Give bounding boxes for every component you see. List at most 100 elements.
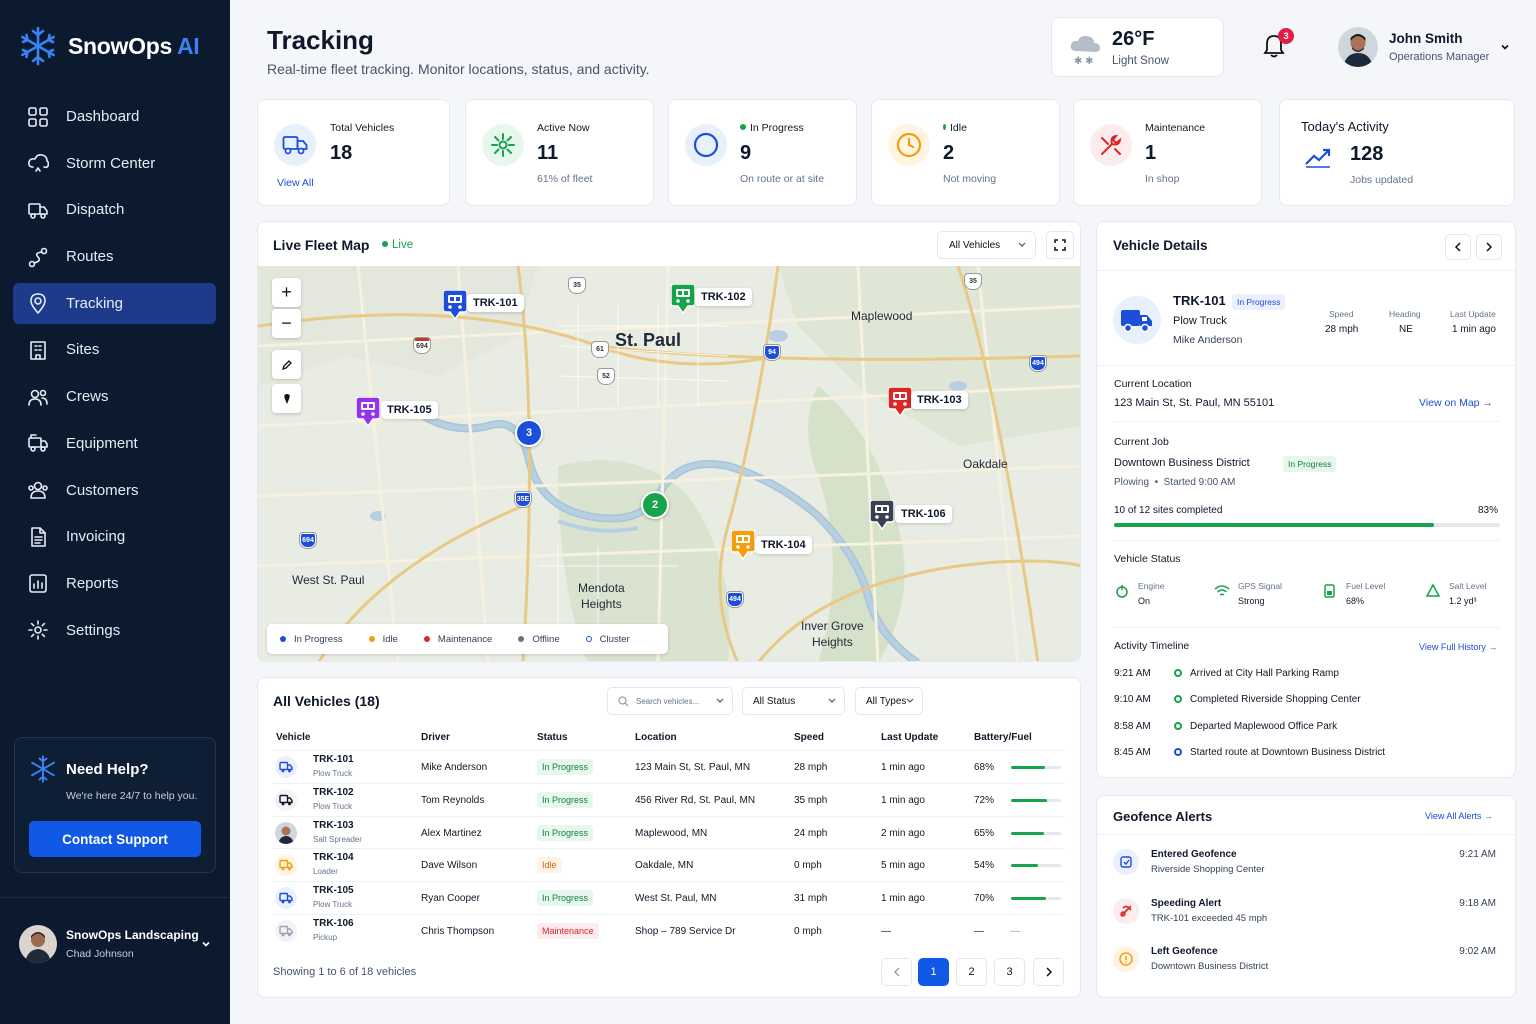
vehicle-id[interactable]: TRK-102 [313, 787, 354, 798]
column-header[interactable]: Status [537, 732, 568, 743]
speed-cell: 28 mph [794, 762, 828, 773]
sidebar-item-crews[interactable]: Crews [13, 376, 216, 417]
sidebar-item-dashboard[interactable]: Dashboard [13, 96, 216, 137]
sidebar-item-sites[interactable]: Sites [13, 329, 216, 370]
vehicle-pin-label[interactable]: TRK-104 [755, 536, 812, 554]
table-row[interactable]: TRK-104 Loader Dave Wilson Idle Oakdale,… [273, 848, 1065, 881]
stat-total-vehicles[interactable]: Total Vehicles 18 View All [257, 99, 450, 206]
vehicle-pin-icon[interactable] [671, 284, 695, 314]
view-all-link[interactable]: View All [277, 177, 314, 189]
column-header[interactable]: Location [635, 732, 677, 743]
vehicle-pin-label[interactable]: TRK-101 [467, 294, 524, 312]
chevron-down-icon[interactable] [200, 938, 212, 950]
prev-vehicle-button[interactable] [1445, 234, 1471, 260]
alert-item[interactable]: Speeding Alert TRK-101 exceeded 45 mph 9… [1097, 893, 1515, 941]
view-full-history-link[interactable]: View Full History → [1419, 642, 1497, 652]
view-all-alerts-link[interactable]: View All Alerts → [1425, 811, 1493, 821]
sidebar-item-settings[interactable]: Settings [13, 610, 216, 651]
vehicle-id[interactable]: TRK-105 [313, 885, 354, 896]
sidebar-item-customers[interactable]: Customers [13, 470, 216, 511]
stat-idle[interactable]: Idle 2 Not moving [871, 99, 1060, 206]
type-filter[interactable]: All Types [855, 687, 923, 715]
sidebar-item-equipment[interactable]: Equipment [13, 423, 216, 464]
table-row[interactable]: TRK-103 Salt Spreader Alex Martinez In P… [273, 815, 1065, 849]
vehicle-pin-icon[interactable] [356, 397, 380, 427]
fuel-cell: 54% [974, 860, 995, 872]
stat-todays-activity[interactable]: Today's Activity 128 Jobs updated [1279, 99, 1515, 206]
job-progress-bar [1114, 523, 1500, 527]
vehicle-pin-label[interactable]: TRK-106 [895, 505, 952, 523]
zoom-out-button[interactable]: − [272, 309, 301, 338]
timeline-text: Arrived at City Hall Parking Ramp [1190, 668, 1339, 679]
chevron-down-icon[interactable] [1499, 41, 1511, 53]
city-label: St. Paul [615, 330, 682, 350]
view-on-map-link[interactable]: View on Map → [1419, 397, 1493, 409]
stat-in-progress[interactable]: In Progress 9 On route or at site [668, 99, 857, 206]
table-row[interactable]: TRK-101 Plow Truck Mike Anderson In Prog… [273, 750, 1065, 783]
vehicle-pin-label[interactable]: TRK-105 [381, 401, 438, 419]
vehicle-pin-icon[interactable] [443, 290, 467, 320]
page-button[interactable]: 1 [918, 958, 949, 986]
vehicle-pin-icon[interactable] [870, 500, 894, 530]
sidebar-item-storm-center[interactable]: Storm Center [13, 143, 216, 184]
column-header[interactable]: Battery/Fuel [974, 732, 1032, 743]
weather-widget[interactable]: ✱ ✱ 26°F Light Snow [1051, 17, 1224, 77]
sidebar-item-dispatch[interactable]: Dispatch [13, 189, 216, 230]
status-filter[interactable]: All Status [742, 687, 845, 715]
zoom-in-button[interactable]: + [272, 278, 301, 307]
search-input[interactable]: Search vehicles... [607, 687, 733, 715]
alert-item[interactable]: Left Geofence Downtown Business District… [1097, 941, 1515, 989]
map-cluster[interactable]: 2 [641, 491, 669, 519]
org-switcher[interactable]: SnowOps Landscaping Chad Johnson [19, 925, 199, 963]
stat-active-now[interactable]: Active Now 11 61% of fleet [465, 99, 654, 206]
locate-button[interactable] [272, 384, 301, 413]
alert-time: 9:18 AM [1459, 897, 1496, 909]
prev-page-button[interactable] [881, 958, 912, 986]
page-button[interactable]: 2 [956, 958, 987, 986]
next-vehicle-button[interactable] [1476, 234, 1502, 260]
sidebar-item-label: Settings [66, 621, 121, 639]
vehicle-id[interactable]: TRK-104 [313, 852, 354, 863]
sidebar-item-label: Customers [66, 481, 139, 499]
table-row[interactable]: TRK-106 Pickup Chris Thompson Maintenanc… [273, 914, 1065, 947]
vehicle-status-label: Vehicle Status [1114, 553, 1181, 565]
column-header[interactable]: Speed [794, 732, 824, 743]
vehicle-filter-select[interactable]: All Vehicles [937, 231, 1036, 259]
vehicle-id[interactable]: TRK-106 [313, 918, 354, 929]
vehicle-pin-label[interactable]: TRK-102 [695, 288, 752, 306]
table-row[interactable]: TRK-105 Plow Truck Ryan Cooper In Progre… [273, 881, 1065, 914]
column-header[interactable]: Last Update [881, 732, 938, 743]
vehicle-pin-icon[interactable] [888, 387, 912, 417]
sidebar-item-tracking[interactable]: Tracking [13, 282, 216, 324]
next-page-button[interactable] [1033, 958, 1064, 986]
contact-support-button[interactable]: Contact Support [29, 821, 201, 857]
sidebar-item-reports[interactable]: Reports [13, 563, 216, 604]
map-cluster[interactable]: 3 [515, 419, 543, 447]
snowflake-icon [31, 755, 55, 783]
vehicle-id[interactable]: TRK-103 [313, 820, 354, 831]
page-button[interactable]: 3 [994, 958, 1025, 986]
speed-cell: 24 mph [794, 827, 828, 839]
stat-maintenance[interactable]: Maintenance 1 In shop [1073, 99, 1262, 206]
brand-logo[interactable]: SnowOps AI [18, 26, 200, 66]
column-header[interactable]: Driver [421, 732, 450, 743]
timeline-label: Activity Timeline [1114, 640, 1190, 652]
driver-cell: Alex Martinez [421, 827, 482, 839]
vehicle-id[interactable]: TRK-101 [313, 754, 354, 765]
alert-item[interactable]: Entered Geofence Riverside Shopping Cent… [1097, 844, 1515, 892]
search-icon [618, 695, 629, 706]
timeline-text: Completed Riverside Shopping Center [1190, 694, 1361, 706]
city-label: West St. Paul [292, 573, 365, 587]
location-cell: West St. Paul, MN [635, 893, 717, 905]
user-menu[interactable]: John Smith Operations Manager [1338, 27, 1489, 67]
draw-tool-button[interactable] [272, 350, 301, 379]
map-canvas[interactable]: 35 694 61 94 52 35 494 35E 694 494 St. P… [258, 266, 1080, 661]
sidebar-item-invoicing[interactable]: Invoicing [13, 516, 216, 557]
fullscreen-button[interactable] [1046, 231, 1074, 259]
truck-icon [275, 920, 297, 942]
column-header[interactable]: Vehicle [276, 732, 310, 743]
vehicle-pin-icon[interactable] [731, 530, 755, 560]
table-row[interactable]: TRK-102 Plow Truck Tom Reynolds In Progr… [273, 782, 1065, 816]
sidebar-item-routes[interactable]: Routes [13, 236, 216, 277]
vehicle-pin-label[interactable]: TRK-103 [911, 391, 968, 409]
